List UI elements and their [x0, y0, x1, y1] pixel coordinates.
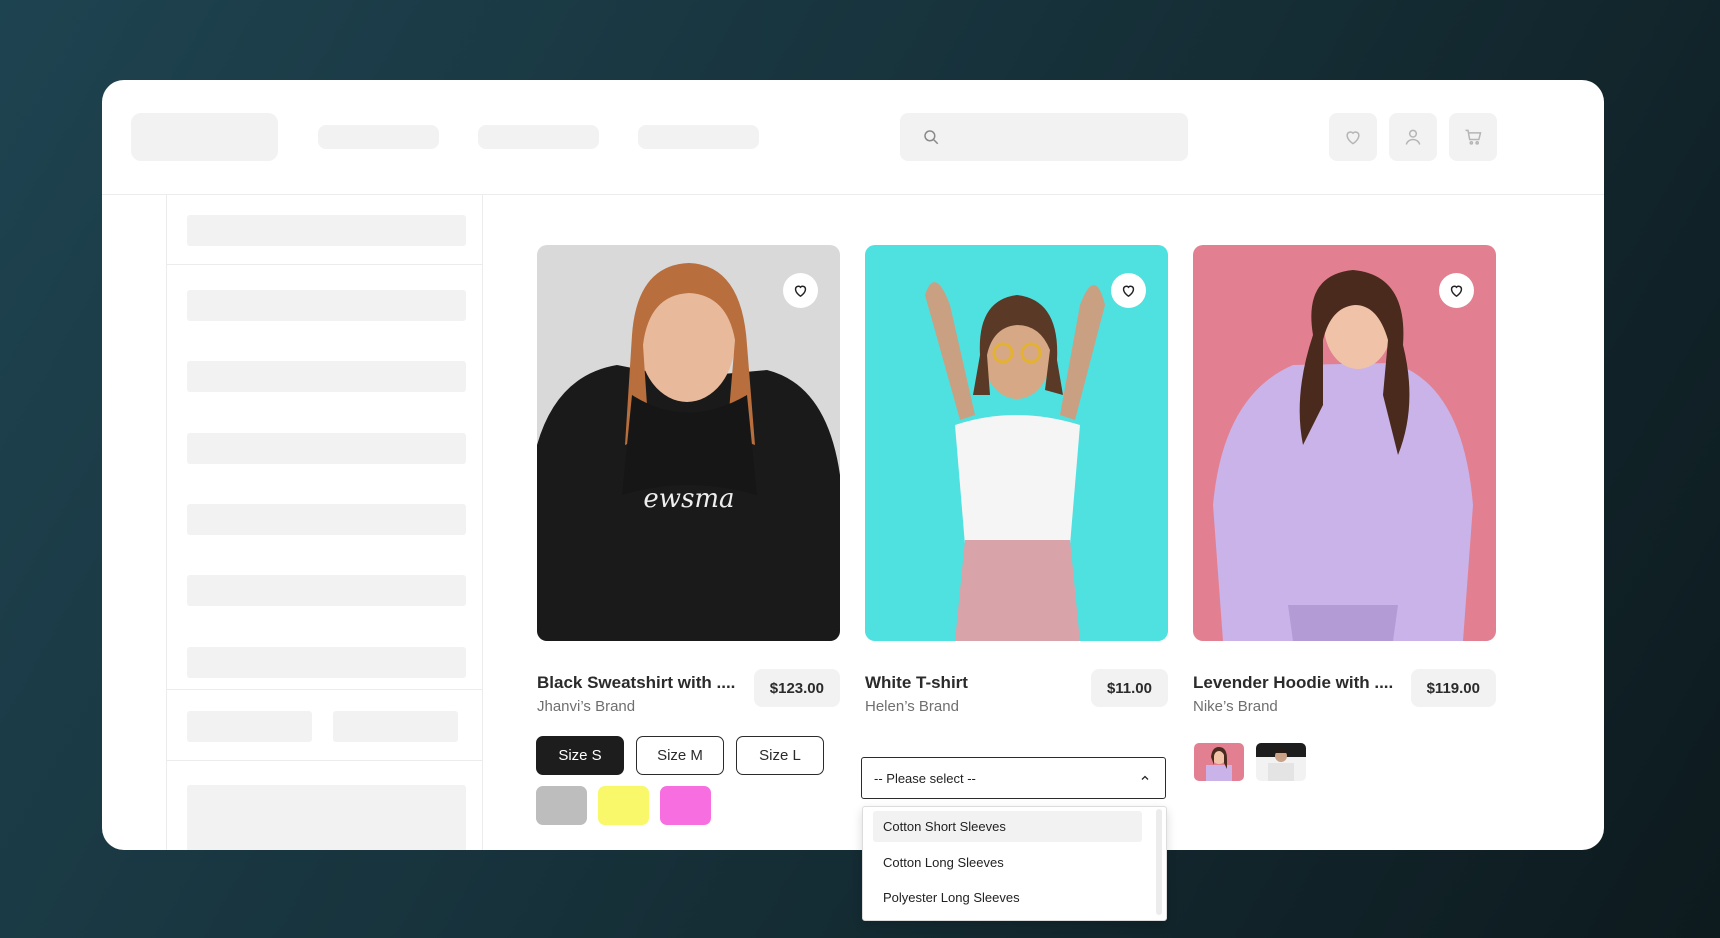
sidebar-placeholder-row[interactable]: [187, 290, 466, 321]
search-input[interactable]: [900, 113, 1188, 161]
thumbnail-image: [1256, 743, 1306, 781]
product-image[interactable]: ewsma: [537, 245, 840, 641]
sidebar-placeholder-row[interactable]: [187, 647, 466, 678]
nav-link-placeholder-3[interactable]: [638, 125, 759, 149]
variant-thumbnail-alt[interactable]: [1256, 743, 1306, 781]
sidebar-placeholder-row[interactable]: [187, 433, 466, 464]
dropdown-option[interactable]: Cotton Short Sleeves: [873, 811, 1142, 842]
thumbnail-image: [1206, 747, 1232, 781]
header: [102, 80, 1604, 195]
dropdown-scrollbar[interactable]: [1156, 809, 1162, 915]
dropdown-option[interactable]: Polyester Long Sleeves: [873, 882, 1142, 913]
sidebar-placeholder-button[interactable]: [187, 711, 312, 742]
favorite-button[interactable]: [1111, 273, 1146, 308]
heart-icon: [794, 285, 807, 298]
sidebar-placeholder-row[interactable]: [187, 575, 466, 606]
heart-icon: [1450, 285, 1463, 298]
color-swatch-pink[interactable]: [660, 786, 711, 825]
product-image[interactable]: [865, 245, 1168, 641]
sidebar-placeholder-block: [187, 785, 466, 850]
color-swatch-grey[interactable]: [536, 786, 587, 825]
favorite-button[interactable]: [1439, 273, 1474, 308]
nav-link-placeholder-2[interactable]: [478, 125, 599, 149]
sidebar-divider: [167, 760, 482, 761]
product-title[interactable]: Black Sweatshirt with ....: [537, 673, 735, 693]
sleeve-type-select[interactable]: -- Please select --: [861, 757, 1166, 799]
product-card-tshirt[interactable]: White T-shirt Helen’s Brand $11.00: [865, 245, 1168, 715]
account-button[interactable]: [1389, 113, 1437, 161]
sleeve-type-dropdown[interactable]: Cotton Short Sleeves Cotton Long Sleeves…: [862, 806, 1167, 921]
color-swatch-yellow[interactable]: [598, 786, 649, 825]
sidebar-placeholder-button[interactable]: [333, 711, 458, 742]
product-brand: Jhanvi’s Brand: [537, 698, 636, 715]
size-l-button[interactable]: Size L: [736, 736, 824, 775]
chevron-up-icon: [1141, 775, 1149, 780]
product-brand: Nike’s Brand: [1193, 698, 1278, 715]
product-card-sweatshirt[interactable]: ewsma Black Sweatshirt with .... Jhanvi’…: [537, 245, 840, 715]
size-m-button[interactable]: Size M: [636, 736, 724, 775]
nav-link-placeholder-1[interactable]: [318, 125, 439, 149]
product-price: $119.00: [1410, 669, 1496, 707]
shop-window: ewsma Black Sweatshirt with .... Jhanvi’…: [102, 80, 1604, 850]
size-s-button[interactable]: Size S: [536, 736, 624, 775]
svg-text:ewsma: ewsma: [643, 484, 734, 514]
app-frame: ewsma Black Sweatshirt with .... Jhanvi’…: [0, 0, 1720, 938]
user-icon: [1405, 129, 1421, 145]
heart-icon: [1346, 131, 1360, 145]
sidebar-placeholder-row[interactable]: [187, 504, 466, 535]
heart-icon: [1122, 285, 1135, 298]
product-price: $11.00: [1090, 669, 1168, 707]
sidebar-placeholder-row[interactable]: [187, 361, 466, 392]
logo-placeholder[interactable]: [131, 113, 278, 161]
variant-thumbnail-lavender[interactable]: [1194, 743, 1244, 781]
wishlist-button[interactable]: [1329, 113, 1377, 161]
dropdown-option[interactable]: Cotton Long Sleeves: [873, 847, 1142, 878]
sidebar-divider: [167, 689, 482, 690]
product-image[interactable]: [1193, 245, 1496, 641]
product-title[interactable]: White T-shirt: [865, 673, 968, 693]
search-icon: [924, 130, 939, 145]
sidebar-divider: [167, 264, 482, 265]
product-price: $123.00: [753, 669, 840, 707]
select-value: -- Please select --: [874, 770, 976, 786]
product-brand: Helen’s Brand: [865, 698, 959, 715]
cart-button[interactable]: [1449, 113, 1497, 161]
product-card-hoodie[interactable]: Levender Hoodie with .... Nike’s Brand $…: [1193, 245, 1496, 715]
cart-icon: [1465, 129, 1482, 145]
favorite-button[interactable]: [783, 273, 818, 308]
filter-sidebar: [166, 195, 483, 850]
product-title[interactable]: Levender Hoodie with ....: [1193, 673, 1393, 693]
sidebar-placeholder-row: [187, 215, 466, 246]
